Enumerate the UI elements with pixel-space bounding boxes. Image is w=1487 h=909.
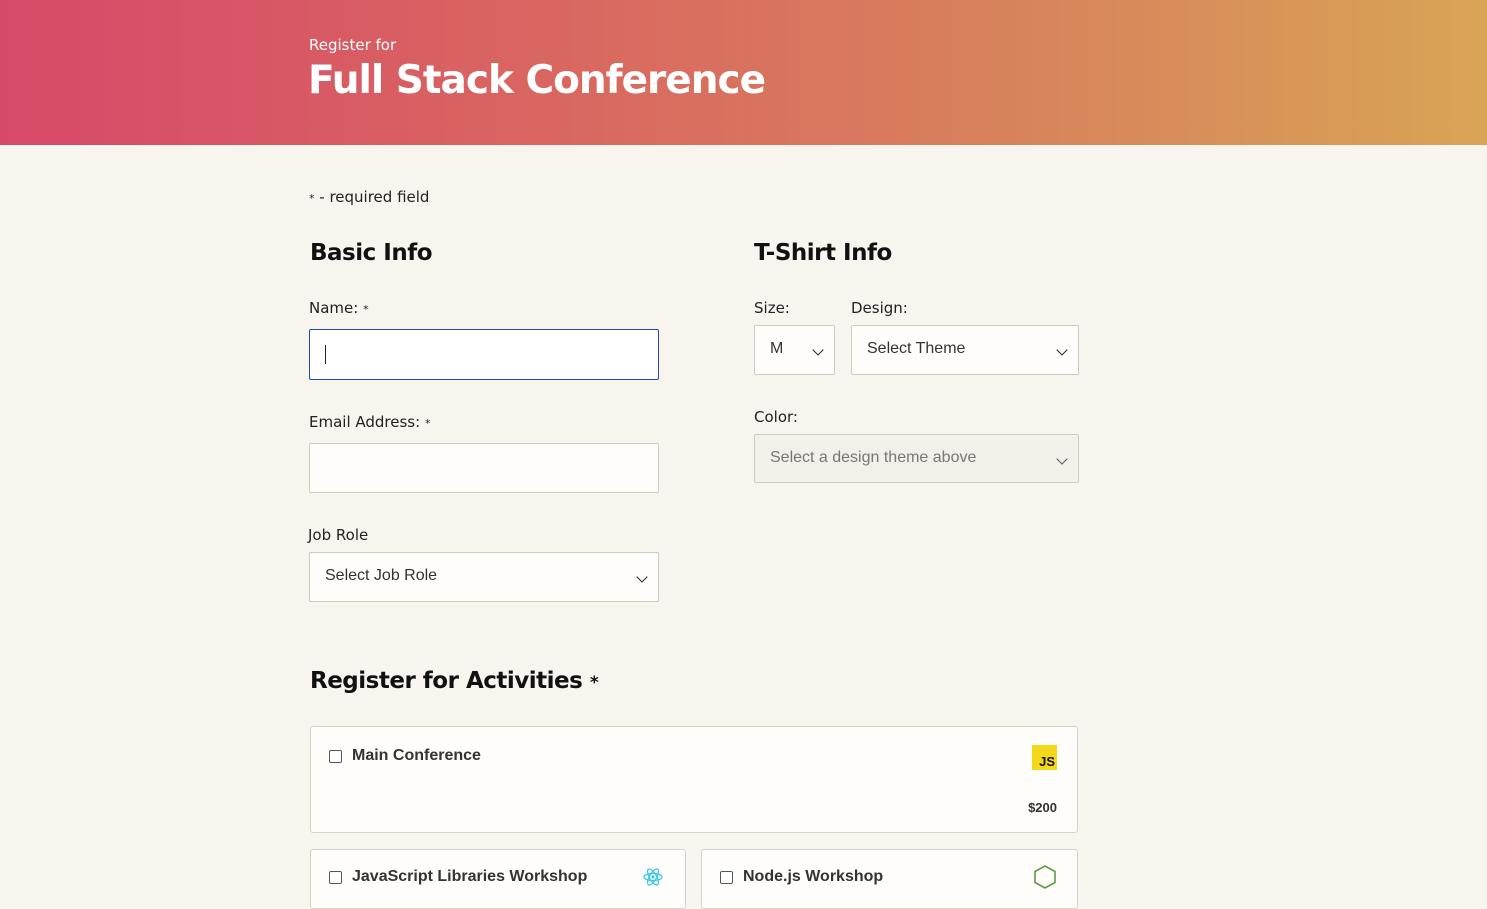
required-note-text: - required field xyxy=(314,188,430,206)
activity-title: Node.js Workshop xyxy=(743,868,884,885)
activity-title: Main Conference xyxy=(352,747,481,764)
main-conference-checkbox[interactable] xyxy=(329,750,342,763)
activity-card-nodejs[interactable]: Node.js Workshop xyxy=(701,849,1078,909)
activities-heading-text: Register for Activities xyxy=(310,668,583,694)
design-selected: Select Theme xyxy=(867,340,966,357)
nodejs-checkbox[interactable] xyxy=(720,871,733,884)
react-icon xyxy=(643,868,663,886)
size-label: Size: xyxy=(754,299,790,317)
size-select[interactable]: M xyxy=(754,325,835,375)
name-label-text: Name: xyxy=(309,299,359,317)
design-label: Design: xyxy=(851,299,908,317)
email-label: Email Address: * xyxy=(309,413,430,431)
chevron-down-icon xyxy=(812,344,824,356)
name-label: Name: * xyxy=(309,299,369,317)
size-selected: M xyxy=(770,340,784,357)
js-libraries-checkbox[interactable] xyxy=(329,871,342,884)
chevron-down-icon xyxy=(1056,453,1068,465)
design-select[interactable]: Select Theme xyxy=(851,325,1079,375)
job-role-label: Job Role xyxy=(308,526,369,544)
text-cursor xyxy=(325,345,326,364)
color-label: Color: xyxy=(754,408,798,426)
chevron-down-icon xyxy=(1056,344,1068,356)
email-required-star: * xyxy=(424,417,431,430)
activity-title: JavaScript Libraries Workshop xyxy=(352,868,588,885)
chevron-down-icon xyxy=(636,571,648,583)
email-input[interactable] xyxy=(309,443,659,493)
activities-required-star: * xyxy=(589,673,599,693)
required-field-note: * - required field xyxy=(309,188,429,206)
color-selected: Select a design theme above xyxy=(770,449,977,466)
basic-info-heading: Basic Info xyxy=(310,240,433,266)
activity-card-js-libraries[interactable]: JavaScript Libraries Workshop xyxy=(310,849,686,909)
header-title: Full Stack Conference xyxy=(308,58,766,103)
name-required-star: * xyxy=(363,303,369,316)
email-label-text: Email Address: xyxy=(309,413,421,431)
tshirt-info-heading: T-Shirt Info xyxy=(754,240,892,266)
activity-price: $200 xyxy=(1028,800,1057,815)
page-header: Register for Full Stack Conference xyxy=(0,0,1487,145)
activity-card-main-conference[interactable]: Main Conference JS $200 xyxy=(310,726,1078,833)
header-subtitle: Register for xyxy=(309,36,397,54)
nodejs-icon xyxy=(1034,865,1056,889)
job-role-select[interactable]: Select Job Role xyxy=(309,552,659,602)
name-input[interactable] xyxy=(309,329,659,380)
color-select[interactable]: Select a design theme above xyxy=(754,434,1079,483)
activities-heading: Register for Activities * xyxy=(310,668,599,694)
js-icon: JS xyxy=(1032,745,1057,770)
job-role-selected: Select Job Role xyxy=(325,567,438,584)
